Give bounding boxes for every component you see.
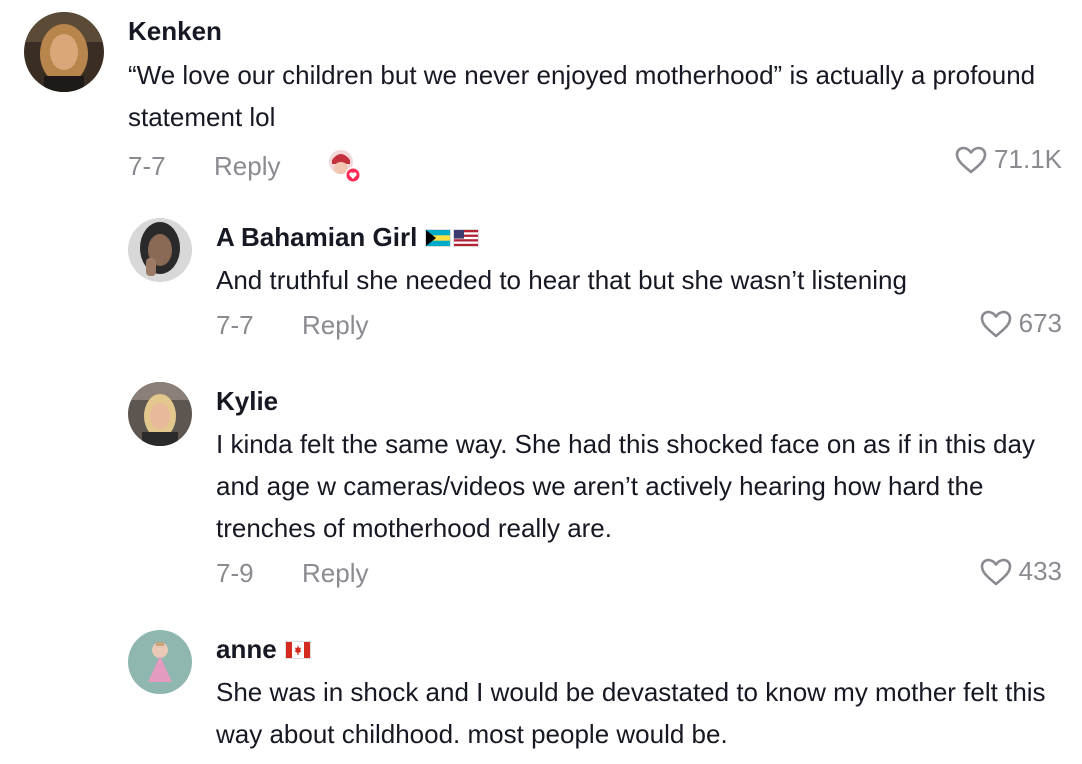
reply-button[interactable]: Reply — [302, 558, 368, 589]
comment-meta: 7-7 Reply — [216, 310, 368, 341]
comment-username[interactable]: Kylie — [216, 386, 278, 417]
comment-meta: 7-9 Reply — [216, 558, 368, 589]
comment-meta: 7-7 Reply — [128, 146, 364, 186]
like-button[interactable]: 71.1K — [954, 144, 1062, 175]
creator-liked-icon — [324, 146, 364, 186]
heart-icon — [980, 558, 1011, 585]
comment-date: 7-7 — [128, 150, 166, 181]
usa-flag-icon — [453, 228, 480, 247]
like-count: 71.1K — [994, 144, 1062, 174]
like-button[interactable]: 433 — [979, 556, 1062, 587]
avatar[interactable] — [128, 218, 192, 282]
reply-button[interactable]: Reply — [214, 151, 280, 182]
comment-text: She was in shock and I would be devastat… — [216, 677, 1046, 749]
avatar-image — [128, 218, 192, 282]
heart-icon — [955, 146, 987, 173]
comment-date: 7-9 — [216, 558, 254, 588]
like-count: 673 — [1018, 308, 1062, 338]
comment-date: 7-7 — [216, 310, 254, 340]
canada-flag-icon — [284, 640, 311, 659]
comment-username[interactable]: anne — [216, 634, 311, 665]
reply-button[interactable]: Reply — [302, 310, 368, 341]
avatar-image — [128, 382, 192, 446]
avatar[interactable] — [128, 630, 192, 694]
bahamas-flag-icon — [425, 228, 452, 247]
avatar[interactable] — [128, 382, 192, 446]
like-button[interactable]: 673 — [979, 308, 1062, 339]
avatar[interactable] — [24, 12, 104, 92]
avatar-image — [24, 12, 104, 92]
comment-text: “We love our children but we never enjoy… — [128, 60, 1036, 132]
avatar-image — [128, 630, 192, 694]
comment-username[interactable]: A Bahamian Girl — [216, 222, 480, 253]
comment-text: I kinda felt the same way. She had this … — [216, 429, 1035, 543]
comment-text: And truthful she needed to hear that but… — [216, 265, 907, 295]
like-count: 433 — [1018, 556, 1062, 586]
heart-icon — [980, 310, 1011, 337]
comment-username[interactable]: Kenken — [128, 16, 222, 47]
